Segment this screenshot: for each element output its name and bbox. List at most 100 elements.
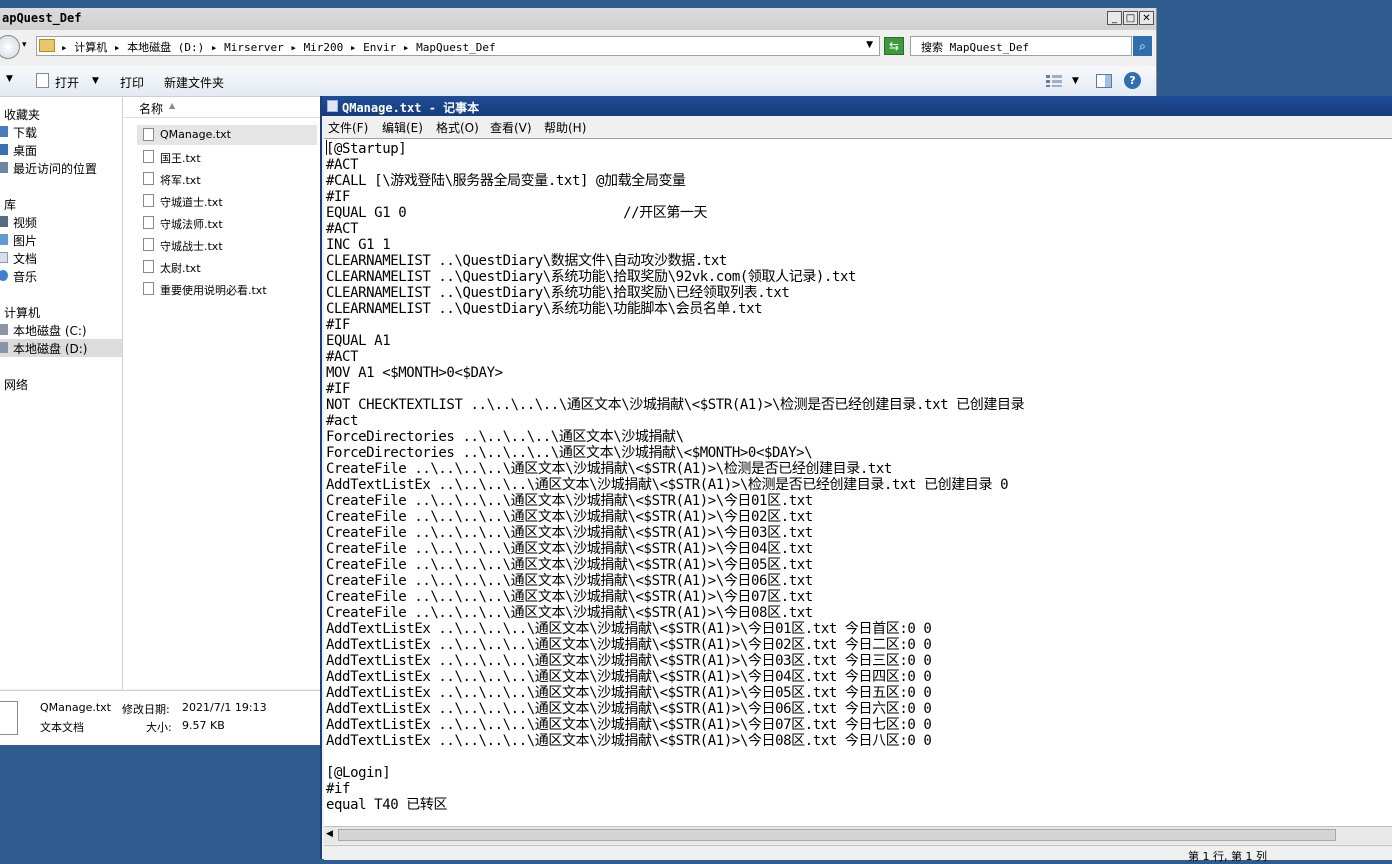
text-file-icon [0, 701, 18, 735]
horizontal-scrollbar[interactable]: ◀ [324, 826, 1392, 844]
nav-videos[interactable]: 视频 [0, 213, 122, 231]
text-line: CreateFile ..\..\..\..\通区文本\沙城捐献\<$STR(A… [326, 573, 813, 589]
text-line: equal T40 已转区 [326, 797, 448, 813]
nav-drive-d[interactable]: 本地磁盘 (D:) [0, 339, 122, 357]
nav-favorites[interactable]: 收藏夹 [0, 105, 122, 123]
text-line: AddTextListEx ..\..\..\..\通区文本\沙城捐献\<$ST… [326, 733, 932, 749]
nav-computer-label: 计算机 [4, 306, 41, 320]
text-line: CreateFile ..\..\..\..\通区文本\沙城捐献\<$STR(A… [326, 525, 813, 541]
text-line: INC G1 1 [326, 237, 391, 253]
view-dropdown-icon[interactable]: ▼ [1072, 76, 1079, 86]
refresh-button[interactable]: ⇆ [884, 37, 904, 55]
view-options-icon[interactable] [1046, 75, 1062, 87]
list-item[interactable]: 国王.txt [137, 147, 317, 167]
list-item[interactable]: 守城战士.txt [137, 235, 317, 255]
menu-file[interactable]: 文件(F) [328, 119, 368, 136]
navigation-pane: 收藏夹 下载 桌面 最近访问的位置 库 视频 图片 文档 音乐 计算机 本地磁盘… [0, 97, 123, 689]
menu-help[interactable]: 帮助(H) [544, 119, 586, 136]
file-name: 守城战士.txt [160, 240, 223, 253]
nav-desktop[interactable]: 桌面 [0, 141, 122, 159]
help-icon[interactable]: ? [1124, 72, 1141, 89]
address-input[interactable]: ▸ 计算机 ▸ 本地磁盘 (D:) ▸ Mirserver ▸ Mir200 ▸… [36, 36, 880, 56]
menu-edit[interactable]: 编辑(E) [382, 119, 423, 136]
file-name: 将军.txt [160, 174, 201, 187]
menu-bar: 文件(F) 编辑(E) 格式(O) 查看(V) 帮助(H) [322, 116, 1392, 136]
text-line: CreateFile ..\..\..\..\通区文本\沙城捐献\<$STR(A… [326, 589, 813, 605]
history-dropdown-icon[interactable]: ▾ [22, 40, 27, 50]
notepad-title: QManage.txt - 记事本 [342, 101, 480, 115]
nav-documents-label: 文档 [13, 252, 38, 266]
text-line: CreateFile ..\..\..\..\通区文本\沙城捐献\<$STR(A… [326, 493, 813, 509]
text-line: [@Startup] [326, 141, 407, 157]
document-icon [36, 73, 49, 88]
text-file-icon [143, 194, 154, 207]
nav-videos-label: 视频 [13, 216, 38, 230]
nav-music[interactable]: 音乐 [0, 267, 122, 285]
nav-recent-label: 最近访问的位置 [13, 162, 98, 176]
nav-recent[interactable]: 最近访问的位置 [0, 159, 122, 177]
nav-pictures[interactable]: 图片 [0, 231, 122, 249]
picture-icon [0, 234, 8, 245]
text-line: CreateFile ..\..\..\..\通区文本\沙城捐献\<$STR(A… [326, 509, 813, 525]
download-icon [0, 126, 8, 137]
column-name-label: 名称 [139, 102, 164, 116]
text-line: #act [326, 413, 359, 429]
text-line: ForceDirectories ..\..\..\..\通区文本\沙城捐献\ [326, 429, 684, 445]
preview-pane-icon[interactable] [1096, 74, 1112, 88]
nav-drive-c[interactable]: 本地磁盘 (C:) [0, 321, 122, 339]
nav-network[interactable]: 网络 [0, 375, 122, 393]
open-button[interactable]: 打开 [55, 74, 79, 91]
menu-format[interactable]: 格式(O) [436, 119, 479, 136]
column-header-name[interactable]: 名称 ▲ [123, 97, 323, 118]
nav-computer[interactable]: 计算机 [0, 303, 122, 321]
text-line: #ACT [326, 349, 359, 365]
details-modified-label: 修改日期: [122, 703, 170, 716]
open-dropdown-icon[interactable]: ▼ [92, 76, 99, 86]
text-editor[interactable]: [@Startup] #ACT #CALL [\游戏登陆\服务器全局变量.txt] … [324, 138, 1392, 827]
list-item[interactable]: 太尉.txt [137, 257, 317, 277]
address-dropdown-icon[interactable]: ▼ [866, 40, 873, 50]
new-folder-button[interactable]: 新建文件夹 [164, 74, 224, 91]
details-size-value: 9.57 KB [182, 719, 225, 732]
text-line: CreateFile ..\..\..\..\通区文本\沙城捐献\<$STR(A… [326, 557, 813, 573]
text-line: #CALL [\游戏登陆\服务器全局变量.txt] @加载全局变量 [326, 173, 686, 189]
nav-network-label: 网络 [4, 378, 29, 392]
text-line: #ACT [326, 221, 359, 237]
back-button[interactable] [0, 35, 20, 59]
nav-favorites-label: 收藏夹 [4, 108, 41, 122]
list-item[interactable]: 重要使用说明必看.txt [137, 279, 317, 299]
close-button[interactable]: ✕ [1139, 11, 1154, 25]
text-line: [@Login] [326, 765, 391, 781]
text-file-icon [143, 282, 154, 295]
list-item[interactable]: 守城道士.txt [137, 191, 317, 211]
minimize-button[interactable]: _ [1107, 11, 1122, 25]
file-name: 守城道士.txt [160, 196, 223, 209]
drive-icon [0, 324, 8, 335]
breadcrumb[interactable]: ▸ 计算机 ▸ 本地磁盘 (D:) ▸ Mirserver ▸ Mir200 ▸… [61, 39, 496, 55]
text-line: CLEARNAMELIST ..\QuestDiary\数据文件\自动攻沙数据.… [326, 253, 727, 269]
sort-ascending-icon: ▲ [169, 101, 176, 110]
organize-dropdown-icon[interactable]: ▼ [6, 74, 13, 84]
list-item[interactable]: QManage.txt [137, 125, 317, 145]
notepad-titlebar[interactable]: QManage.txt - 记事本 [322, 96, 1392, 116]
print-button[interactable]: 打印 [120, 74, 144, 91]
list-item[interactable]: 守城法师.txt [137, 213, 317, 233]
explorer-title: apQuest_Def [2, 11, 82, 25]
scrollbar-thumb[interactable] [338, 829, 1336, 841]
text-line: CreateFile ..\..\..\..\通区文本\沙城捐献\<$STR(A… [326, 461, 892, 477]
list-item[interactable]: 将军.txt [137, 169, 317, 189]
maximize-button[interactable]: □ [1123, 11, 1138, 25]
documents-icon [0, 252, 8, 263]
nav-libraries[interactable]: 库 [0, 195, 122, 213]
status-bar: 第 1 行, 第 1 列 [324, 845, 1392, 863]
menu-view[interactable]: 查看(V) [490, 119, 532, 136]
search-input[interactable]: 搜索 MapQuest_Def [910, 36, 1132, 56]
command-bar: ▼ 打开 ▼ 打印 新建文件夹 ▼ ? [0, 66, 1156, 97]
nav-downloads[interactable]: 下载 [0, 123, 122, 141]
nav-documents[interactable]: 文档 [0, 249, 122, 267]
text-file-icon [143, 238, 154, 251]
explorer-titlebar[interactable]: apQuest_Def _ □ ✕ [0, 8, 1156, 30]
scroll-left-icon[interactable]: ◀ [326, 829, 333, 839]
text-line: CLEARNAMELIST ..\QuestDiary\系统功能\功能脚本\会员… [326, 301, 763, 317]
search-icon[interactable]: ⌕ [1133, 36, 1152, 56]
